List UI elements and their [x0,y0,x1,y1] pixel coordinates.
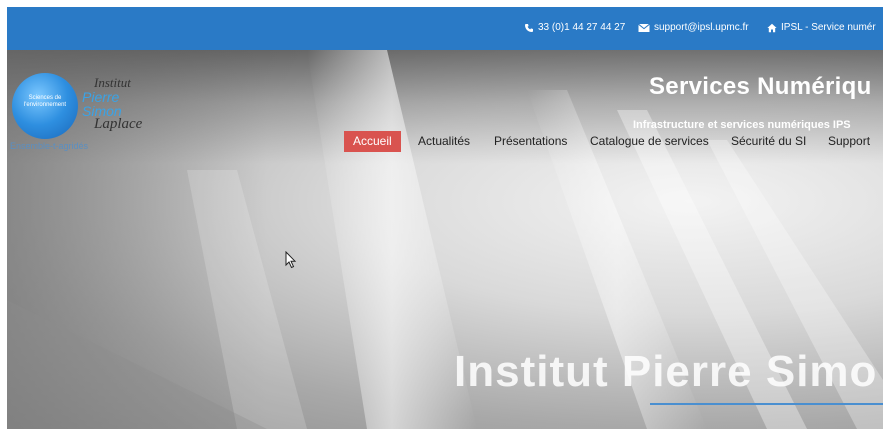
nav-item-presentations[interactable]: Présentations [494,131,567,152]
nav-item-catalogue[interactable]: Catalogue de services [590,131,709,152]
envelope-icon [638,23,650,32]
browser-viewport: 33 (0)1 44 27 44 27 support@ipsl.upmc.fr… [7,7,883,429]
site-title: Services Numériqu [649,73,872,100]
phone-link[interactable]: 33 (0)1 44 27 44 27 [524,22,625,33]
logo-globe-text: Sciences de l'environnement [23,95,67,108]
phone-icon [525,23,533,32]
ipsl-home-label: IPSL - Service numér [781,22,876,33]
mouse-cursor-icon [285,251,297,269]
email-link[interactable]: support@ipsl.upmc.fr [638,22,749,33]
email-address: support@ipsl.upmc.fr [654,22,749,33]
nav-item-support[interactable]: Support [828,131,870,152]
hero-heading: Institut Pierre Simo [454,347,878,396]
nav-item-securite[interactable]: Sécurité du SI [731,131,806,152]
site-subtitle: Infrastructure et services numériques IP… [633,119,851,131]
nav-item-actualites[interactable]: Actualités [418,131,470,152]
home-icon [767,23,777,32]
hero-heading-underline [650,403,883,405]
contact-bar: 33 (0)1 44 27 44 27 support@ipsl.upmc.fr… [7,7,883,50]
phone-number: 33 (0)1 44 27 44 27 [538,22,626,33]
ipsl-home-link[interactable]: IPSL - Service numér [767,22,876,33]
nav-item-accueil[interactable]: Accueil [344,131,401,152]
main-navigation: Accueil Actualités Présentations Catalog… [7,131,883,152]
